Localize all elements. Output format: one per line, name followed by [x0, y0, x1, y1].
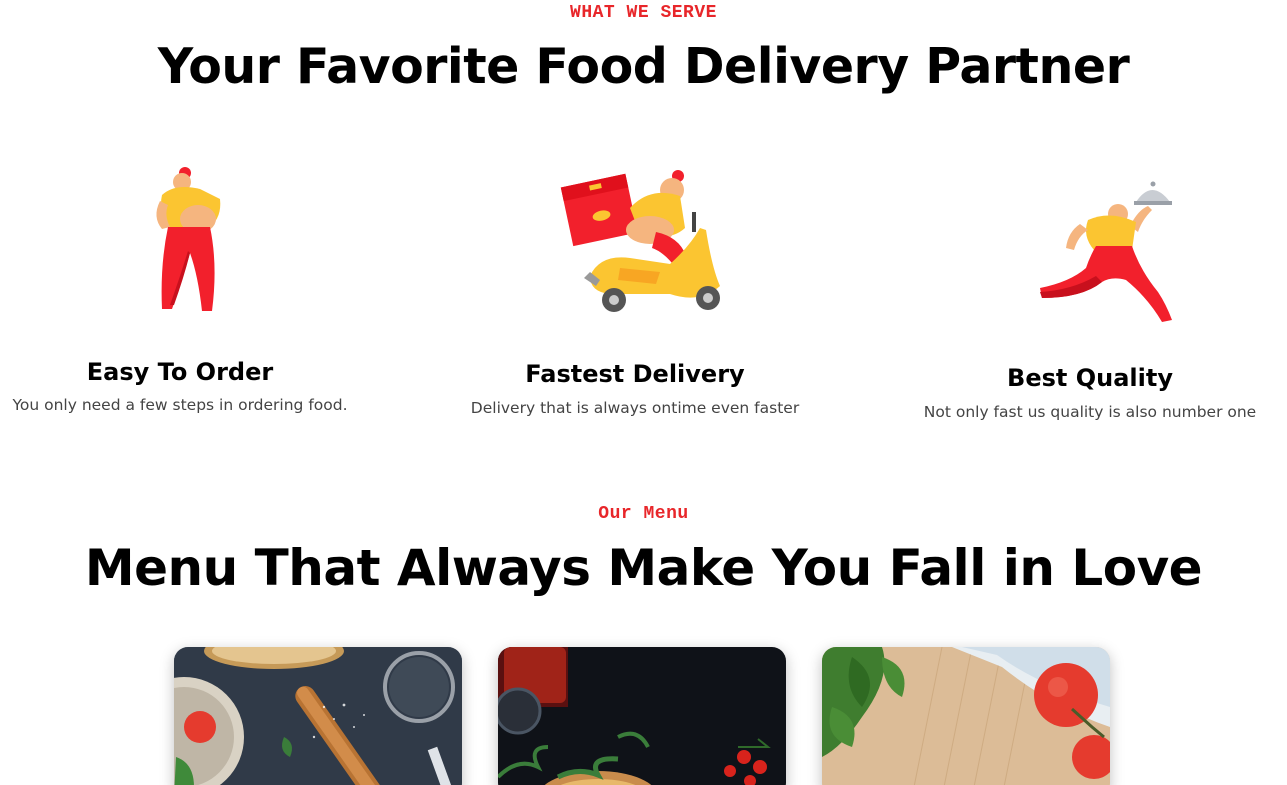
menu-card-tomatoes-basil[interactable] — [822, 647, 1110, 785]
pizza-with-arugula-photo — [498, 647, 786, 785]
menu-card-pizza-dough[interactable] — [174, 647, 462, 785]
feature-title: Fastest Delivery — [525, 360, 745, 388]
feature-description: Delivery that is always ontime even fast… — [470, 399, 800, 417]
menu-card-pizza-arugula[interactable] — [498, 647, 786, 785]
feature-best-quality: Best Quality Not only fast us quality is… — [910, 150, 1270, 440]
section-title-menu: Menu That Always Make You Fall in Love — [84, 539, 1203, 597]
section-eyebrow-what-we-serve: WHAT WE SERVE — [570, 3, 717, 23]
tomatoes-basil-on-cutting-board-photo — [822, 647, 1110, 785]
feature-description: Not only fast us quality is also number … — [923, 403, 1257, 421]
feature-title: Best Quality — [1007, 364, 1173, 392]
feature-title: Easy To Order — [86, 358, 274, 386]
courier-carrying-box-icon — [140, 165, 240, 319]
feature-easy-to-order: Easy To Order You only need a few steps … — [0, 150, 360, 440]
section-title-delivery-partner: Your Favorite Food Delivery Partner — [157, 38, 1130, 95]
feature-fastest-delivery: Fastest Delivery Delivery that is always… — [455, 150, 815, 440]
pizza-dough-preparation-photo — [174, 647, 462, 785]
feature-description: You only need a few steps in ordering fo… — [12, 396, 348, 414]
running-waiter-cloche-icon — [1022, 180, 1182, 334]
section-eyebrow-our-menu: Our Menu — [598, 504, 689, 524]
scooter-delivery-icon — [560, 168, 730, 322]
